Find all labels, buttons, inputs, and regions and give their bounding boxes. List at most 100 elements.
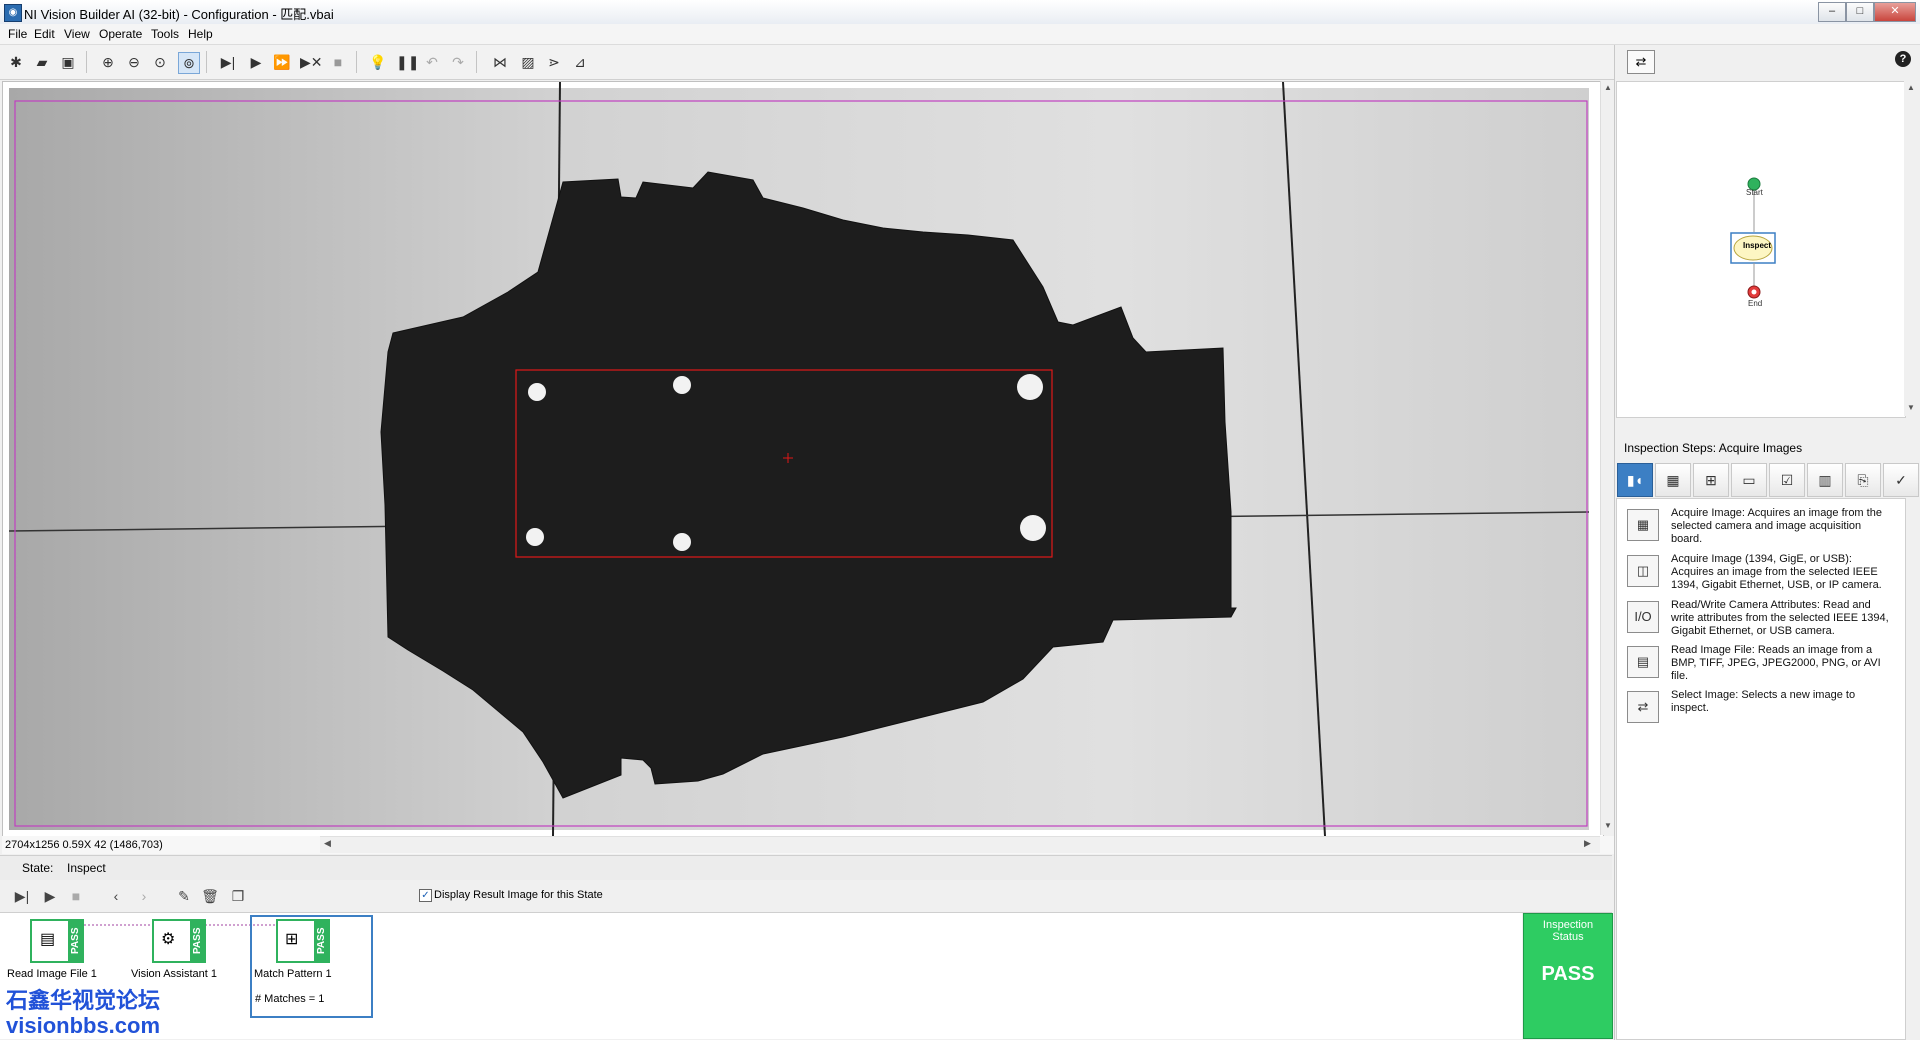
locate-features-tab-icon[interactable]: ⊞ xyxy=(1693,463,1729,497)
pass-badge: PASS xyxy=(68,919,84,963)
scroll-up-icon[interactable]: ▲ xyxy=(1604,83,1612,92)
assistant-glyph-icon: ⚙ xyxy=(161,931,176,948)
list-item-name: Select Image: xyxy=(1671,689,1739,701)
scroll-up-icon[interactable]: ▲ xyxy=(1907,83,1915,92)
toolbar-separator xyxy=(86,51,87,73)
step-label: Vision Assistant 1 xyxy=(131,968,218,980)
close-button[interactable]: ✕ xyxy=(1874,2,1916,22)
stop-step-icon[interactable]: ■ xyxy=(66,886,86,906)
select-image-icon: ⇄ xyxy=(1627,691,1659,723)
image-vertical-scrollbar[interactable]: ▲ ▼ xyxy=(1600,81,1615,835)
previous-step-icon[interactable]: ‹ xyxy=(106,886,126,906)
inspection-steps-title: Inspection Steps: Acquire Images xyxy=(1624,441,1803,455)
copy-step-icon[interactable]: ❐ xyxy=(228,886,248,906)
new-icon[interactable]: ✱ xyxy=(6,52,26,72)
geometry-icon[interactable]: ⋗ xyxy=(544,52,564,72)
step-label: Read Image File 1 xyxy=(7,968,97,980)
edit-step-icon[interactable]: ✎ xyxy=(174,886,194,906)
play-icon[interactable]: ▶ xyxy=(40,886,60,906)
next-step-icon[interactable]: › xyxy=(134,886,154,906)
zoom-out-icon[interactable]: ⊖ xyxy=(124,52,144,72)
acquire-images-tab-icon[interactable]: ▮◖ xyxy=(1617,463,1653,497)
run-continuous-icon[interactable]: ⏩ xyxy=(272,52,292,72)
zoom-1to1-icon[interactable]: ⊙ xyxy=(150,52,170,72)
inspection-steps-list: ▦ Acquire Image: Acquires an image from … xyxy=(1616,498,1906,1040)
list-item-text: Read Image File: Reads an image from a B… xyxy=(1671,644,1895,683)
list-item-text: Acquire Image (1394, GigE, or USB): Acqu… xyxy=(1671,553,1895,592)
pause-icon[interactable]: ❚❚ xyxy=(396,52,419,72)
check-presence-tab-icon[interactable]: ☑ xyxy=(1769,463,1805,497)
watermark-title: 石鑫华视觉论坛 xyxy=(6,988,161,1013)
step-match-pattern[interactable]: ⊞ PASS xyxy=(276,919,330,963)
communicate-tab-icon[interactable]: ⎘ xyxy=(1845,463,1881,497)
state-value: Inspect xyxy=(67,861,106,875)
zoom-fit-icon[interactable]: ⊚ xyxy=(178,52,200,74)
scroll-down-icon[interactable]: ▼ xyxy=(1907,403,1915,412)
read-file-icon: ▤ xyxy=(1627,646,1659,678)
enhance-images-tab-icon[interactable]: ▦ xyxy=(1655,463,1691,497)
zoom-in-icon[interactable]: ⊕ xyxy=(98,52,118,72)
help-icon[interactable]: ? xyxy=(1895,51,1911,67)
image-display[interactable] xyxy=(2,81,1604,837)
window-title: NI Vision Builder AI (32-bit) - Configur… xyxy=(24,7,334,22)
image-horizontal-scrollbar[interactable]: ◀ ▶ xyxy=(320,836,1600,853)
scroll-left-icon[interactable]: ◀ xyxy=(324,838,331,849)
save-icon[interactable]: ▣ xyxy=(58,52,78,72)
calibration-icon[interactable]: ⊿ xyxy=(570,52,590,72)
maximize-button[interactable]: □ xyxy=(1846,2,1874,22)
title-bar: ◉ NI Vision Builder AI (32-bit) - Config… xyxy=(0,0,1920,25)
list-item-text: Read/Write Camera Attributes: Read and w… xyxy=(1671,599,1895,638)
flow-start-label: Start xyxy=(1746,188,1763,197)
use-additional-tools-tab-icon[interactable]: ✓ xyxy=(1883,463,1919,497)
list-item-name: Read/Write Camera Attributes: xyxy=(1671,599,1820,611)
list-item-text: Select Image: Selects a new image to ins… xyxy=(1671,689,1895,715)
redo-icon[interactable]: ↷ xyxy=(448,52,468,72)
menu-tools[interactable]: Tools xyxy=(151,27,179,41)
display-result-label: Display Result Image for this State xyxy=(434,889,603,901)
step-detail: # Matches = 1 xyxy=(255,993,325,1005)
flow-view-icon[interactable]: ⇄ xyxy=(1627,50,1655,74)
measure-features-tab-icon[interactable]: ▭ xyxy=(1731,463,1767,497)
identify-parts-tab-icon[interactable]: ▥ xyxy=(1807,463,1843,497)
step-icon[interactable]: ▶✕ xyxy=(300,52,323,72)
inspection-status-panel: Inspection Status PASS xyxy=(1523,913,1613,1039)
highlight-bulb-icon[interactable]: 💡 xyxy=(368,52,388,72)
flow-state-label[interactable]: Inspect xyxy=(1743,241,1771,250)
run-icon[interactable]: ▶ xyxy=(246,52,266,72)
image-info-readout: 2704x1256 0.59X 42 (1486,703) xyxy=(5,839,163,851)
minimize-button[interactable]: – xyxy=(1818,2,1846,22)
scroll-right-icon[interactable]: ▶ xyxy=(1584,838,1591,849)
step-vision-assistant[interactable]: ⚙ PASS xyxy=(152,919,206,963)
pattern-glyph-icon: ⊞ xyxy=(285,931,299,948)
display-result-checkbox[interactable]: ✓ xyxy=(419,889,432,902)
menu-help[interactable]: Help xyxy=(188,27,213,41)
stop-icon[interactable]: ■ xyxy=(328,52,348,72)
undo-icon[interactable]: ↶ xyxy=(422,52,442,72)
step-toolbar: ▶| ▶ ■ ‹ › ✎ 🗑 ❐ ✓ Display Result Image … xyxy=(0,880,1612,913)
open-folder-icon[interactable]: ▰ xyxy=(32,52,52,72)
menu-file[interactable]: File xyxy=(8,27,27,41)
run-once-icon[interactable]: ▶| xyxy=(218,52,238,72)
delete-step-icon[interactable]: 🗑 xyxy=(200,886,220,906)
state-bar: State: Inspect xyxy=(0,855,1612,881)
menu-view[interactable]: View xyxy=(64,27,90,41)
pass-badge: PASS xyxy=(314,919,330,963)
menu-edit[interactable]: Edit xyxy=(34,27,55,41)
step-read-image-file[interactable]: ▤ PASS xyxy=(30,919,84,963)
image-icon[interactable]: ▨ xyxy=(518,52,538,72)
step-label: Match Pattern 1 xyxy=(254,968,332,980)
flow-scrollbar[interactable]: ▲ ▼ xyxy=(1904,81,1918,416)
menu-operate[interactable]: Operate xyxy=(99,27,142,41)
scroll-down-icon[interactable]: ▼ xyxy=(1604,821,1612,830)
measure-icon[interactable]: ⋈ xyxy=(490,52,510,72)
run-step-icon[interactable]: ▶| xyxy=(12,886,32,906)
list-item-text: Acquire Image: Acquires an image from th… xyxy=(1671,507,1895,546)
pass-badge: PASS xyxy=(190,919,206,963)
menu-bar: File Edit View Operate Tools Help xyxy=(0,24,1920,45)
list-item-name: Acquire Image: xyxy=(1671,507,1745,519)
step-category-tabs: ▮◖ ▦ ⊞ ▭ ☑ ▥ ⎘ ✓ xyxy=(1616,461,1919,497)
imaq-icon: ▦ xyxy=(1627,509,1659,541)
io-icon: I/O xyxy=(1627,601,1659,633)
toolbar-separator xyxy=(476,51,477,73)
inspection-steps-header: Inspection Steps: Acquire Images xyxy=(1616,437,1918,459)
